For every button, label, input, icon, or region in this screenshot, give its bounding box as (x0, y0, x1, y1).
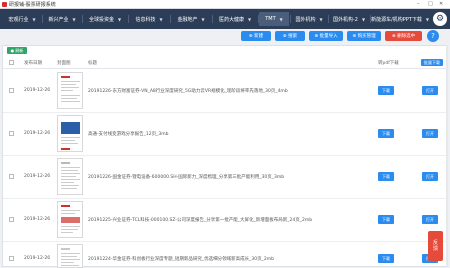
table-header: 发布日期 封面图 标题 转pdf下载 批量下载 (3, 57, 447, 69)
row-checkbox[interactable] (9, 88, 14, 93)
open-button[interactable]: 打开 (422, 172, 438, 181)
report-cover-thumbnail[interactable] (57, 244, 83, 268)
row-title[interactable]: 20191225-兴业证券-TCL科技-000100.SZ-公司深度报告_分享第… (88, 217, 312, 223)
title-bar: 研报铺-股票研报系统 – □ ✕ (0, 0, 450, 9)
new-button[interactable]: ⊕ 新建 (241, 31, 271, 41)
bulk-import-button[interactable]: ⊕ 批量导入 (309, 31, 343, 41)
chevron-down-icon: ▼ (425, 16, 429, 22)
toolbar: ⊕ 新建 ⊕ 搜索 ⊕ 批量导入 ⊕ 购买管理 ⊗ 删除选中 ? (0, 29, 450, 45)
close-button[interactable]: ✕ (439, 1, 443, 7)
row-checkbox[interactable] (9, 217, 14, 222)
gear-icon[interactable]: ⚙ (433, 12, 447, 26)
chevron-down-icon: ▼ (201, 16, 205, 22)
header-date: 发布日期 (24, 61, 42, 66)
header-cover: 封面图 (57, 61, 71, 66)
row-checkbox[interactable] (9, 256, 14, 261)
download-button[interactable]: 下载 (378, 172, 394, 181)
table-row[interactable]: 2019-12-26 20191226-国金证券-锂电设备-600000.SH-… (3, 156, 447, 199)
scrollbar[interactable] (446, 45, 448, 267)
tab-foreign-2[interactable]: 国外机构-2 ▼ (329, 12, 369, 26)
help-icon[interactable]: ? (427, 30, 439, 42)
report-table-panel: ● 刷新 发布日期 封面图 标题 转pdf下载 批量下载 2019-12-26 … (2, 45, 448, 268)
row-date: 2019-12-26 (24, 174, 51, 179)
bulk-download-button[interactable]: 批量下载 (421, 59, 443, 66)
row-date: 2019-12-26 (24, 256, 51, 261)
report-cover-thumbnail[interactable] (57, 158, 83, 195)
report-cover-thumbnail[interactable] (57, 201, 83, 238)
row-title[interactable]: 高通-支付线变游戏分享报告_12页_3mb (88, 131, 168, 137)
table-row[interactable]: 2019-12-26 高通-支付线变游戏分享报告_12页_3mb 下载 打开 (3, 113, 447, 156)
purchase-manage-button[interactable]: ⊕ 购买管理 (347, 31, 381, 41)
app-logo-icon (2, 2, 7, 7)
table-row[interactable]: 2019-12-26 20191224-华金证券-科创板行业深度专题_短期新品研… (3, 242, 447, 268)
row-date: 2019-12-26 (24, 217, 51, 222)
download-button[interactable]: 下载 (378, 86, 394, 95)
row-checkbox[interactable] (9, 174, 14, 179)
tab-ev-ppt[interactable]: 新能源车/机构PPT下载 ▼ (371, 12, 429, 26)
row-title[interactable]: 20191226-国金证券-锂电设备-600000.SH-国际新力_深度梳理_分… (88, 174, 284, 180)
delete-selected-button[interactable]: ⊗ 删除选中 (385, 31, 422, 41)
header-title: 标题 (88, 61, 97, 66)
tab-tmt[interactable]: TMT ▼ (259, 12, 289, 26)
select-all-checkbox[interactable] (9, 60, 14, 65)
top-nav: 宏观行业 ▼ 新兴产业 ▼ 全球投资金 ▼ 信息科技 ▼ 金融地产 ▼ 医药大健康 ▼ TM… (0, 9, 450, 29)
chevron-down-icon: ▼ (247, 16, 252, 22)
chevron-down-icon: ▼ (279, 16, 283, 22)
chevron-down-icon: ▼ (72, 16, 76, 22)
tab-global[interactable]: 全球投资金 ▼ (83, 12, 127, 26)
report-cover-thumbnail[interactable] (57, 72, 83, 109)
tab-emerging[interactable]: 新兴产业 ▼ (43, 12, 81, 26)
chevron-down-icon: ▼ (32, 16, 36, 22)
tab-macro[interactable]: 宏观行业 ▼ (3, 12, 41, 26)
open-button[interactable]: 打开 (422, 215, 438, 224)
row-date: 2019-12-26 (24, 88, 51, 93)
tab-finance[interactable]: 金融地产 ▼ (171, 12, 211, 26)
minimize-button[interactable]: – (417, 1, 420, 7)
open-button[interactable]: 打开 (422, 86, 438, 95)
tab-infotech[interactable]: 信息科技 ▼ (129, 12, 169, 26)
download-button[interactable]: 下载 (378, 254, 394, 263)
table-row[interactable]: 2019-12-26 20191226-东方财富证券-VN_A8行业深度研究_5… (3, 70, 447, 113)
feedback-button[interactable]: 反 馈 (428, 231, 443, 261)
refresh-button[interactable]: ● 刷新 (7, 47, 27, 54)
header-pdf: 转pdf下载 (378, 61, 399, 66)
download-button[interactable]: 下载 (378, 129, 394, 138)
download-button[interactable]: 下载 (378, 215, 394, 224)
chevron-down-icon: ▼ (159, 16, 163, 22)
table-row[interactable]: 2019-12-26 20191225-兴业证券-TCL科技-000100.SZ… (3, 199, 447, 242)
chevron-down-icon: ▼ (319, 16, 323, 22)
report-cover-thumbnail[interactable] (57, 115, 83, 152)
tab-foreign[interactable]: 国外机构 ▼ (291, 12, 327, 26)
row-title[interactable]: 20191224-华金证券-科创板行业深度专题_短期新品研究_优选细分领域新高成… (88, 256, 274, 262)
chevron-down-icon: ▼ (117, 16, 122, 22)
maximize-button[interactable]: □ (428, 1, 433, 7)
tab-health[interactable]: 医药大健康 ▼ (213, 12, 257, 26)
chevron-down-icon: ▼ (361, 16, 366, 22)
open-button[interactable]: 打开 (422, 129, 438, 138)
window-title: 研报铺-股票研报系统 (9, 2, 56, 8)
search-button[interactable]: ⊕ 搜索 (275, 31, 305, 41)
row-date: 2019-12-26 (24, 131, 51, 136)
row-checkbox[interactable] (9, 131, 14, 136)
row-title[interactable]: 20191226-东方财富证券-VN_A8行业深度研究_5G助力云VR规模化_现… (88, 88, 288, 94)
